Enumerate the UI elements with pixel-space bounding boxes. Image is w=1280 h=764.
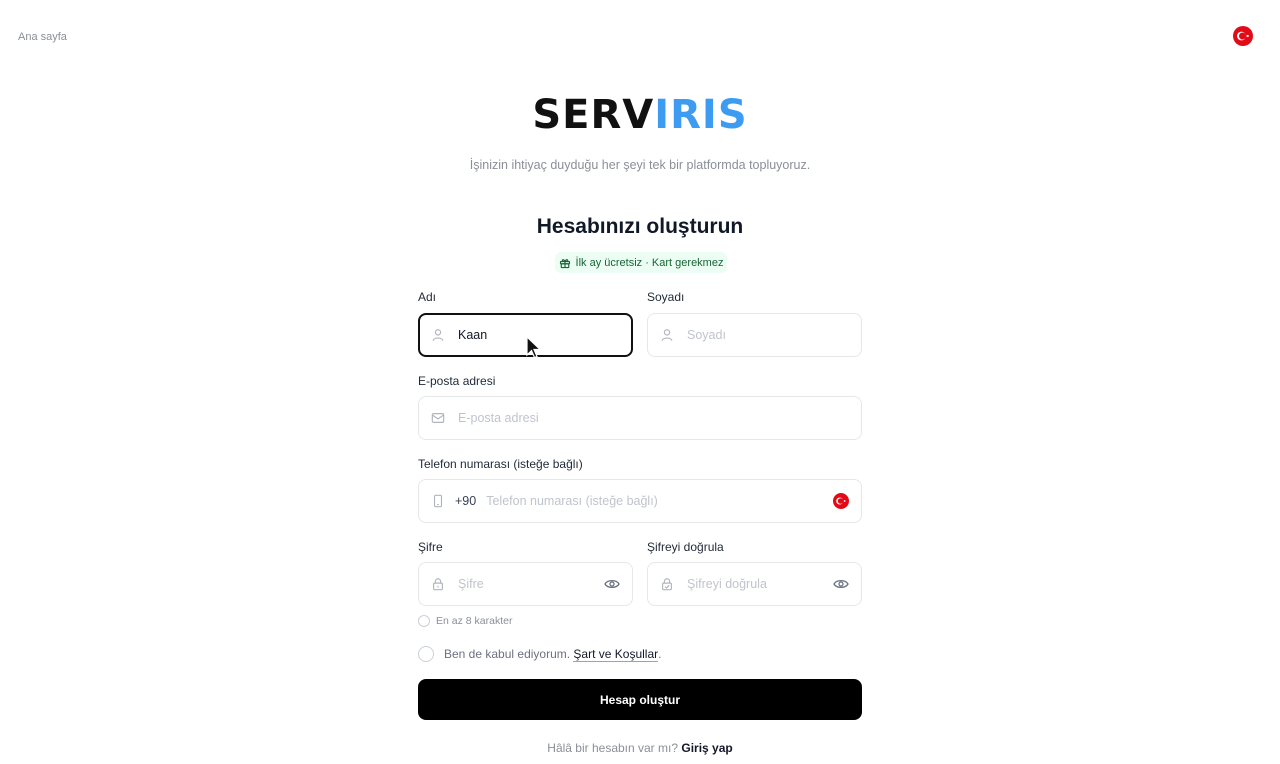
password-confirm-field[interactable] bbox=[647, 562, 862, 606]
terms-link[interactable]: Şart ve Koşullar bbox=[573, 647, 659, 662]
last-name-label: Soyadı bbox=[647, 290, 685, 304]
tagline: İşinizin ihtiyaç duyduğu her şeyi tek bi… bbox=[469, 158, 811, 172]
last-name-field[interactable] bbox=[647, 313, 862, 357]
password-field[interactable] bbox=[418, 562, 633, 606]
terms-text: Ben de kabul ediyorum. Şart ve Koşullar. bbox=[444, 647, 662, 662]
brand-logo: SERVIRIS bbox=[532, 92, 748, 138]
user-icon bbox=[661, 329, 673, 341]
first-name-label: Adı bbox=[418, 290, 437, 304]
terms-row: Ben de kabul ediyorum. Şart ve Koşullar. bbox=[418, 646, 661, 662]
lock-check-icon bbox=[662, 578, 672, 591]
eye-icon[interactable] bbox=[604, 576, 620, 592]
turkey-flag-icon[interactable] bbox=[833, 493, 849, 509]
form-title: Hesabınızı oluşturun bbox=[536, 215, 744, 238]
terms-checkbox[interactable] bbox=[418, 646, 434, 662]
email-label: E-posta adresi bbox=[418, 374, 496, 388]
eye-icon[interactable] bbox=[833, 576, 849, 592]
create-account-button[interactable]: Hesap oluştur bbox=[418, 679, 862, 720]
login-prompt: Hâlâ bir hesabın var mı? Giriş yap bbox=[547, 741, 733, 755]
email-field[interactable] bbox=[418, 396, 862, 440]
promo-badge: İlk ay ücretsiz · Kart gerekmez bbox=[555, 252, 727, 273]
turkey-flag-icon[interactable] bbox=[1233, 26, 1253, 46]
phone-input[interactable] bbox=[486, 494, 827, 508]
promo-text: İlk ay ücretsiz · Kart gerekmez bbox=[575, 256, 724, 269]
password-label: Şifre bbox=[418, 540, 443, 554]
user-icon bbox=[432, 329, 444, 341]
login-link[interactable]: Giriş yap bbox=[681, 741, 732, 755]
password-confirm-label: Şifreyi doğrula bbox=[647, 540, 724, 554]
password-hint-text: En az 8 karakter bbox=[436, 615, 513, 627]
password-confirm-input[interactable] bbox=[687, 577, 827, 591]
hint-indicator-icon bbox=[418, 615, 430, 627]
home-link[interactable]: Ana sayfa bbox=[18, 31, 67, 43]
mouse-cursor-icon bbox=[526, 336, 542, 359]
phone-icon bbox=[433, 494, 443, 508]
last-name-input[interactable] bbox=[687, 328, 849, 342]
mail-icon bbox=[431, 413, 445, 423]
gift-icon bbox=[559, 258, 570, 268]
password-input[interactable] bbox=[458, 577, 598, 591]
password-hint: En az 8 karakter bbox=[418, 615, 512, 627]
email-input[interactable] bbox=[458, 411, 849, 425]
phone-field[interactable]: +90 bbox=[418, 479, 862, 523]
lock-icon bbox=[433, 578, 443, 591]
country-code: +90 bbox=[455, 494, 477, 508]
phone-label: Telefon numarası (isteğe bağlı) bbox=[418, 457, 583, 471]
